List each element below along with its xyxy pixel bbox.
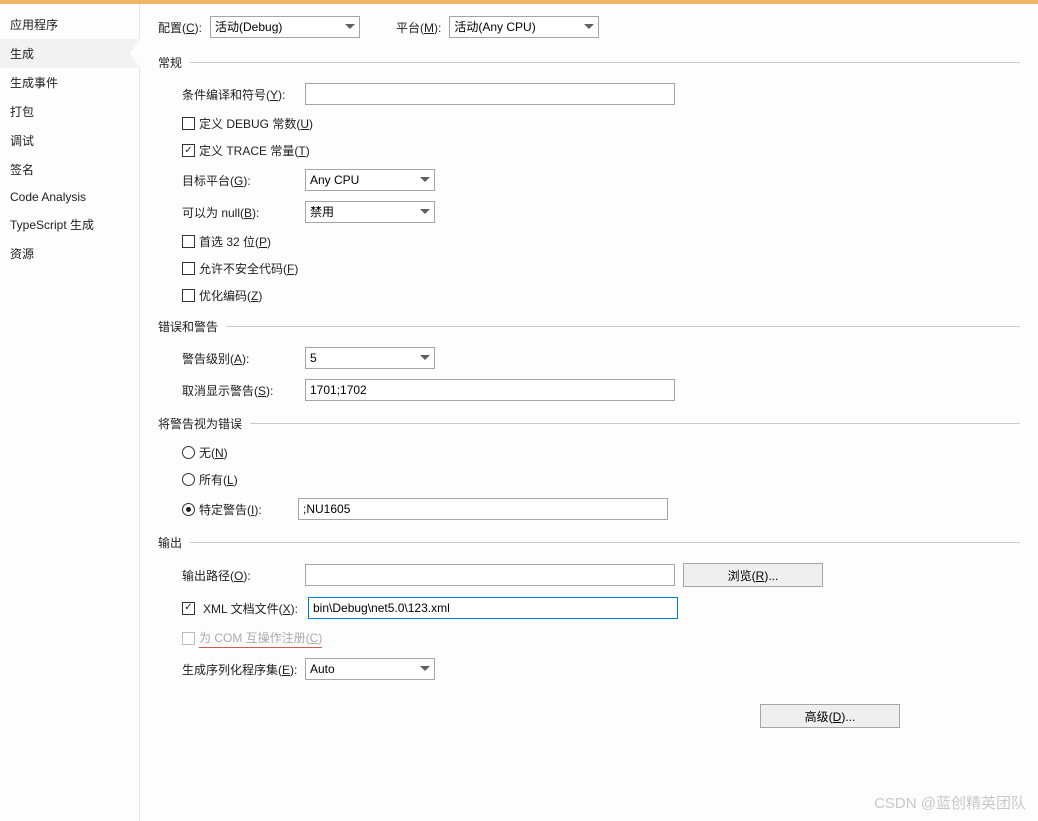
sidebar-item-typescript[interactable]: TypeScript 生成 xyxy=(0,210,139,239)
debug-const-checkbox[interactable] xyxy=(182,117,195,130)
warn-all-label: 所有(L) xyxy=(199,471,238,488)
xml-doc-input[interactable] xyxy=(308,597,678,619)
warn-all-radio[interactable] xyxy=(182,473,195,486)
trace-const-checkbox[interactable]: ✓ xyxy=(182,144,195,157)
com-interop-label: 为 COM 互操作注册(C) xyxy=(199,629,322,648)
sidebar-item-build-events[interactable]: 生成事件 xyxy=(0,68,139,97)
serialization-label: 生成序列化程序集(E): xyxy=(182,661,297,678)
warn-none-radio[interactable] xyxy=(182,446,195,459)
warn-specific-radio[interactable] xyxy=(182,503,195,516)
unsafe-code-checkbox[interactable] xyxy=(182,262,195,275)
sidebar: 应用程序 生成 生成事件 打包 调试 签名 Code Analysis Type… xyxy=(0,4,140,821)
unsafe-code-label: 允许不安全代码(F) xyxy=(199,260,298,277)
sidebar-item-app[interactable]: 应用程序 xyxy=(0,10,139,39)
warn-specific-label: 特定警告(I): xyxy=(199,501,294,518)
prefer-32-checkbox[interactable] xyxy=(182,235,195,248)
watermark: CSDN @蓝创精英团队 xyxy=(874,792,1026,813)
browse-button[interactable]: 浏览(R)... xyxy=(683,563,823,587)
sidebar-item-signing[interactable]: 签名 xyxy=(0,155,139,184)
group-errors-title: 错误和警告 xyxy=(158,318,218,335)
config-select[interactable]: 活动(Debug) xyxy=(210,16,360,38)
optimize-label: 优化编码(Z) xyxy=(199,287,262,304)
platform-label: 平台(M): xyxy=(396,19,441,36)
nullable-select[interactable]: 禁用 xyxy=(305,201,435,223)
platform-select[interactable]: 活动(Any CPU) xyxy=(449,16,599,38)
group-output-title: 输出 xyxy=(158,534,182,551)
group-warn-err-title: 将警告视为错误 xyxy=(158,415,242,432)
xml-doc-checkbox[interactable]: ✓ xyxy=(182,602,195,615)
optimize-checkbox[interactable] xyxy=(182,289,195,302)
warn-level-select[interactable]: 5 xyxy=(305,347,435,369)
sidebar-item-debug[interactable]: 调试 xyxy=(0,126,139,155)
xml-doc-label: XML 文档文件(X): xyxy=(203,600,300,617)
prefer-32-label: 首选 32 位(P) xyxy=(199,233,271,250)
warn-level-label: 警告级别(A): xyxy=(182,350,297,367)
sidebar-item-build[interactable]: 生成 xyxy=(0,39,139,68)
suppress-warn-label: 取消显示警告(S): xyxy=(182,382,297,399)
group-general-title: 常规 xyxy=(158,54,182,71)
cond-symbols-input[interactable] xyxy=(305,83,675,105)
com-interop-checkbox xyxy=(182,632,195,645)
warn-none-label: 无(N) xyxy=(199,444,228,461)
sidebar-item-code-analysis[interactable]: Code Analysis xyxy=(0,184,139,210)
output-path-input[interactable] xyxy=(305,564,675,586)
warn-specific-input[interactable] xyxy=(298,498,668,520)
debug-const-label: 定义 DEBUG 常数(U) xyxy=(199,115,313,132)
sidebar-item-package[interactable]: 打包 xyxy=(0,97,139,126)
cond-symbols-label: 条件编译和符号(Y): xyxy=(182,86,297,103)
suppress-warn-input[interactable] xyxy=(305,379,675,401)
output-path-label: 输出路径(O): xyxy=(182,567,297,584)
advanced-button[interactable]: 高级(D)... xyxy=(760,704,900,728)
main-panel: 配置(C): 活动(Debug) 平台(M): 活动(Any CPU) 常规 条… xyxy=(140,4,1038,821)
config-label: 配置(C): xyxy=(158,19,202,36)
target-platform-label: 目标平台(G): xyxy=(182,172,297,189)
trace-const-label: 定义 TRACE 常量(T) xyxy=(199,142,310,159)
nullable-label: 可以为 null(B): xyxy=(182,204,297,221)
target-platform-select[interactable]: Any CPU xyxy=(305,169,435,191)
serialization-select[interactable]: Auto xyxy=(305,658,435,680)
sidebar-item-resources[interactable]: 资源 xyxy=(0,239,139,268)
